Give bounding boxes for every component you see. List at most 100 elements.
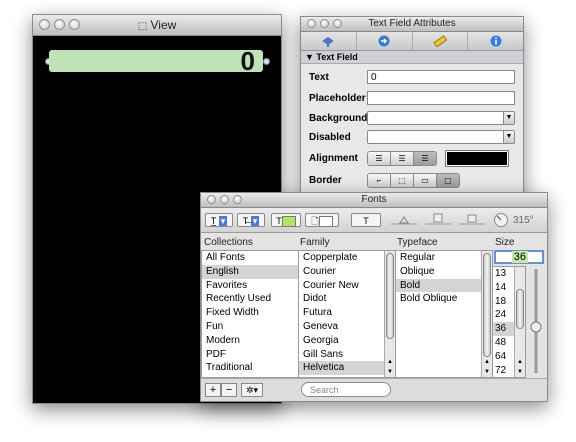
family-header: Family bbox=[300, 237, 330, 248]
list-item[interactable]: Geneva bbox=[299, 320, 395, 334]
attributes-title: Text Field Attributes bbox=[368, 18, 456, 29]
list-item[interactable]: English bbox=[202, 264, 298, 279]
scroll-thumb[interactable] bbox=[483, 253, 491, 357]
fonts-window: Fonts T̲ ▾ T̶ ▾ T 🗋 T 315° Collections F… bbox=[200, 192, 548, 402]
shadow-opacity-slider[interactable] bbox=[389, 214, 419, 231]
text-row: Text 0 bbox=[309, 69, 515, 85]
scroll-down-icon[interactable]: ▼ bbox=[515, 367, 525, 377]
list-item[interactable]: Fixed Width bbox=[202, 306, 298, 320]
dial-icon bbox=[494, 213, 508, 227]
tab-attributes[interactable] bbox=[301, 32, 357, 50]
list-item[interactable]: Bold Oblique bbox=[396, 292, 492, 306]
shadow-blur-slider[interactable] bbox=[423, 212, 453, 231]
remove-collection-button[interactable]: − bbox=[221, 383, 237, 397]
scroll-up-icon[interactable]: ▲ bbox=[482, 357, 492, 367]
underline-popup[interactable]: T̲ ▾ bbox=[205, 213, 233, 227]
align-right-icon[interactable]: ☰ bbox=[414, 151, 436, 165]
scroll-down-icon[interactable]: ▼ bbox=[482, 367, 492, 377]
text-shadow-button[interactable]: T bbox=[351, 213, 381, 227]
add-collection-button[interactable]: + bbox=[205, 383, 221, 397]
color-swatch bbox=[447, 151, 507, 165]
scroll-up-icon[interactable]: ▲ bbox=[385, 357, 395, 367]
size-scrollbar[interactable]: ▲ ▼ bbox=[514, 267, 525, 377]
list-item[interactable]: Modern bbox=[202, 334, 298, 348]
list-item[interactable]: Recently Used bbox=[202, 292, 298, 306]
text-color-button[interactable]: T bbox=[271, 213, 301, 228]
fonts-toolbar: T̲ ▾ T̶ ▾ T 🗋 T 315° bbox=[201, 208, 547, 233]
alignment-row: Alignment ☰ ☰ ☰ bbox=[309, 149, 515, 167]
placeholder-label: Placeholder bbox=[309, 92, 366, 104]
border-label: Border bbox=[309, 174, 342, 186]
placeholder-row: Placeholder bbox=[309, 90, 515, 106]
tab-size[interactable] bbox=[413, 32, 469, 50]
text-field-section-header[interactable]: ▼ Text Field bbox=[301, 51, 523, 64]
fonts-title: Fonts bbox=[361, 194, 387, 205]
tab-connections[interactable] bbox=[357, 32, 413, 50]
attributes-titlebar: Text Field Attributes bbox=[301, 17, 523, 32]
list-item[interactable]: Copperplate bbox=[299, 251, 395, 265]
scroll-thumb[interactable] bbox=[386, 253, 394, 339]
list-item[interactable]: All Fonts bbox=[202, 251, 298, 265]
list-item[interactable]: PDF bbox=[202, 348, 298, 362]
document-icon: 🗋 bbox=[311, 216, 319, 226]
typeface-list[interactable]: Regular Oblique Bold Bold Oblique ▲ ▼ bbox=[395, 250, 493, 378]
family-list[interactable]: Copperplate Courier Courier New Didot Fu… bbox=[298, 250, 396, 378]
attributes-icon bbox=[322, 37, 335, 47]
list-item[interactable]: Favorites bbox=[202, 279, 298, 293]
size-input[interactable]: 36 bbox=[494, 250, 544, 264]
border-dotted-icon[interactable]: ⬚ bbox=[391, 173, 414, 187]
attributes-window: Text Field Attributes ▼ Text Field Text … bbox=[300, 16, 524, 208]
list-item[interactable]: Courier New bbox=[299, 279, 395, 293]
text-field[interactable]: 0 bbox=[367, 70, 515, 84]
shadow-angle-value: 315° bbox=[513, 215, 534, 226]
placeholder-field[interactable] bbox=[367, 91, 515, 105]
list-item[interactable]: Futura bbox=[299, 306, 395, 320]
resize-handle-right[interactable] bbox=[263, 58, 270, 65]
border-segmented-control: ⌐ ⬚ ▭ ▢ bbox=[367, 172, 460, 188]
fonts-titlebar: Fonts bbox=[201, 193, 547, 208]
border-none-icon[interactable]: ⌐ bbox=[368, 173, 391, 187]
document-color-button[interactable]: 🗋 bbox=[305, 213, 339, 228]
strikethrough-popup[interactable]: T̶ ▾ bbox=[237, 213, 265, 227]
slider-icon bbox=[391, 216, 417, 225]
border-rounded-icon[interactable]: ▢ bbox=[437, 173, 459, 187]
list-item[interactable]: Traditional bbox=[202, 361, 298, 375]
list-item[interactable]: Courier bbox=[299, 265, 395, 279]
view-title: View bbox=[150, 18, 177, 32]
chevron-down-icon: ▾ bbox=[218, 216, 228, 226]
search-input[interactable]: Search bbox=[301, 382, 391, 397]
family-scrollbar[interactable]: ▲ ▼ bbox=[384, 251, 395, 377]
action-menu-button[interactable]: ✲▾ bbox=[241, 383, 263, 397]
shadow-offset-slider[interactable] bbox=[457, 212, 487, 231]
collections-list[interactable]: All Fonts English Favorites Recently Use… bbox=[201, 250, 299, 378]
list-item[interactable]: Didot bbox=[299, 292, 395, 306]
disabled-popup[interactable]: ▼ bbox=[367, 130, 515, 144]
inspector-tabs bbox=[301, 32, 523, 51]
list-item[interactable]: Fun bbox=[202, 320, 298, 334]
border-line-icon[interactable]: ▭ bbox=[414, 173, 437, 187]
list-item[interactable]: Oblique bbox=[396, 265, 492, 279]
list-item[interactable]: Georgia bbox=[299, 334, 395, 348]
info-icon bbox=[490, 35, 502, 47]
list-item[interactable]: Bold bbox=[396, 278, 492, 293]
collections-header: Collections bbox=[204, 237, 253, 248]
typeface-scrollbar[interactable]: ▲ ▼ bbox=[481, 251, 492, 377]
align-center-icon[interactable]: ☰ bbox=[391, 151, 414, 165]
document-color-swatch bbox=[318, 216, 333, 228]
background-popup[interactable]: ▼ bbox=[367, 111, 515, 125]
list-item[interactable]: Regular bbox=[396, 251, 492, 265]
scroll-down-icon[interactable]: ▼ bbox=[385, 367, 395, 377]
shadow-angle-dial[interactable] bbox=[493, 212, 509, 231]
ruler-icon bbox=[433, 35, 447, 47]
list-item[interactable]: Gill Sans bbox=[299, 348, 395, 362]
size-slider[interactable] bbox=[530, 267, 542, 375]
scroll-thumb[interactable] bbox=[516, 289, 524, 329]
text-color-well[interactable] bbox=[445, 149, 509, 167]
tab-identity[interactable] bbox=[468, 32, 523, 50]
number-text-field[interactable]: 0 bbox=[49, 48, 263, 74]
list-item[interactable]: Helvetica bbox=[299, 361, 395, 376]
align-left-icon[interactable]: ☰ bbox=[368, 151, 391, 165]
fonts-bottom-bar: + − ✲▾ Search bbox=[201, 378, 547, 401]
scroll-up-icon[interactable]: ▲ bbox=[515, 357, 525, 367]
size-list[interactable]: 13 14 18 24 36 48 64 72 ▲ ▼ bbox=[492, 266, 526, 378]
